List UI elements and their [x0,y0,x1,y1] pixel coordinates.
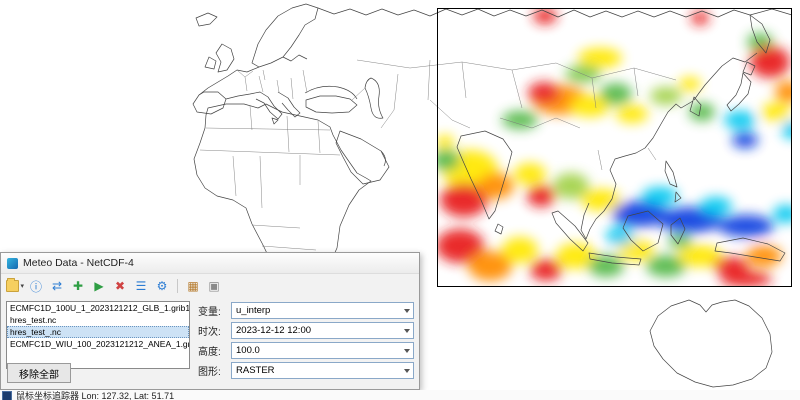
open-folder-icon [6,280,19,292]
swap-arrows-icon[interactable]: ⇄ [48,277,66,295]
file-list[interactable]: ECMFC1D_100U_1_2023121212_GLB_1.grib1 hr… [6,301,190,369]
run-icon[interactable]: ▶ [90,277,108,295]
dropdown-arrow-icon: ▾ [20,282,24,290]
toolbar-separator [177,279,178,293]
remove-all-button[interactable]: 移除全部 [7,363,71,383]
window-toolbar: ▾ ⓘ ⇄ ✚ ▶ ✖ ☰ ⚙ ▦ ▣ [1,274,419,298]
file-list-item[interactable]: hres_test.nc [7,314,189,326]
window-titlebar[interactable]: Meteo Data - NetCDF-4 [1,253,419,274]
graphic-value: RASTER [236,365,275,376]
raster-overlay [432,8,800,287]
meteo-data-window: Meteo Data - NetCDF-4 ▾ ⓘ ⇄ ✚ ▶ ✖ ☰ ⚙ ▦ … [0,252,420,390]
chart-icon[interactable]: ▦ [184,277,202,295]
window-title: Meteo Data - NetCDF-4 [23,257,134,269]
app-icon [7,258,18,269]
image-icon[interactable]: ▣ [205,277,223,295]
file-list-item-selected[interactable]: hres_test_.nc [7,326,189,338]
time-select[interactable]: 2023-12-12 12:00 [231,322,414,339]
status-text: 鼠标坐标追踪器 Lon: 127.32, Lat: 51.71 [16,391,174,400]
level-value: 100.0 [236,345,260,356]
field-row-graphic: 图形: RASTER [198,362,414,379]
variable-value: u_interp [236,305,270,316]
field-row-level: 高度: 100.0 [198,342,414,359]
settings-icon[interactable]: ⚙ [153,277,171,295]
time-value: 2023-12-12 12:00 [236,325,311,336]
chevron-down-icon [404,369,410,373]
chevron-down-icon [404,329,410,333]
info-icon[interactable]: ⓘ [27,277,45,295]
graphic-select[interactable]: RASTER [231,362,414,379]
level-label: 高度: [198,343,226,358]
level-select[interactable]: 100.0 [231,342,414,359]
list-icon[interactable]: ☰ [132,277,150,295]
add-icon[interactable]: ✚ [69,277,87,295]
file-list-item[interactable]: ECMFC1D_100U_1_2023121212_GLB_1.grib1 [7,302,189,314]
variable-select[interactable]: u_interp [231,302,414,319]
field-panel: 变量: u_interp 时次: 2023-12-12 12:00 高度: [198,301,414,379]
file-list-item[interactable]: ECMFC1D_WIU_100_2023121212_ANEA_1.grib1 [7,338,189,350]
variable-label: 变量: [198,303,226,318]
delete-icon[interactable]: ✖ [111,277,129,295]
status-app-icon [2,391,12,400]
field-row-variable: 变量: u_interp [198,302,414,319]
status-bar: 鼠标坐标追踪器 Lon: 127.32, Lat: 51.71 [0,390,800,400]
chevron-down-icon [404,309,410,313]
desktop: Meteo Data - NetCDF-4 ▾ ⓘ ⇄ ✚ ▶ ✖ ☰ ⚙ ▦ … [0,0,800,400]
graphic-label: 图形: [198,363,226,378]
field-row-time: 时次: 2023-12-12 12:00 [198,322,414,339]
raster-extent-border [438,9,792,287]
open-folder-button[interactable]: ▾ [6,277,24,295]
time-label: 时次: [198,323,226,338]
chevron-down-icon [404,349,410,353]
